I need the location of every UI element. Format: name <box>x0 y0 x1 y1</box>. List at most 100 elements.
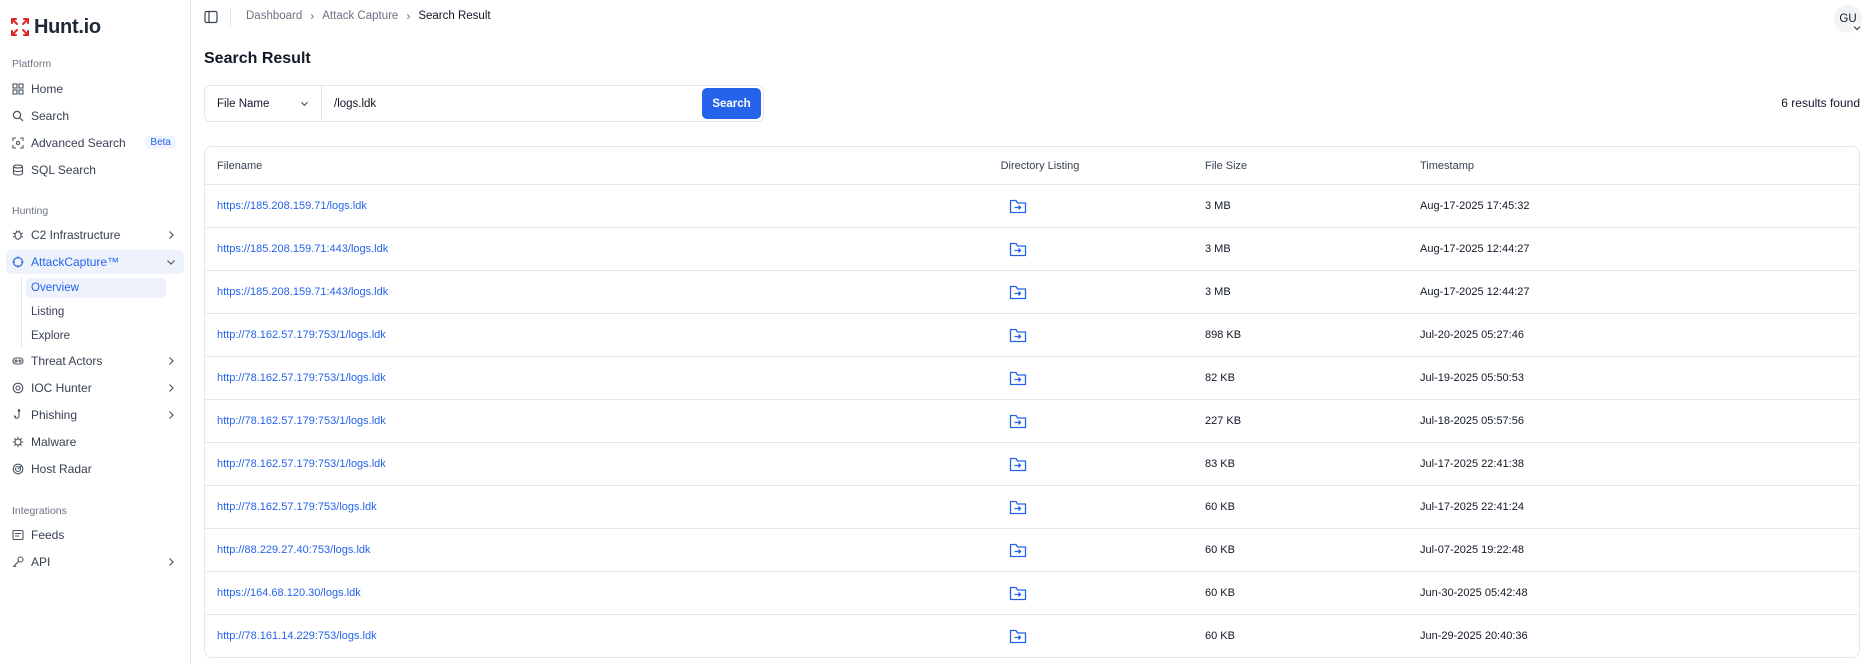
sidebar-item-sql-search[interactable]: SQL Search <box>6 158 184 182</box>
directory-listing-icon[interactable] <box>1009 585 1027 602</box>
sidebar-item-phishing[interactable]: Phishing <box>6 403 184 427</box>
table-body: https://185.208.159.71/logs.ldk 3 MB Aug-1… <box>205 185 1859 657</box>
sidebar-item-label: API <box>31 555 51 569</box>
file-size: 60 KB <box>1205 630 1235 642</box>
filename-link[interactable]: http://88.229.27.40:753/logs.ldk <box>217 544 371 556</box>
filename-link[interactable]: http://78.162.57.179:753/logs.ldk <box>217 501 377 513</box>
directory-listing-icon[interactable] <box>1009 499 1027 516</box>
directory-listing-icon[interactable] <box>1009 456 1027 473</box>
timestamp: Jul-19-2025 05:50:53 <box>1420 372 1524 384</box>
directory-listing-icon[interactable] <box>1009 370 1027 387</box>
chevron-down-icon[interactable] <box>1852 23 1862 33</box>
chevron-right-icon <box>169 384 174 392</box>
directory-listing-icon[interactable] <box>1009 327 1027 344</box>
results-table: Filename Directory Listing File Size Tim… <box>204 146 1860 658</box>
sidebar-item-label: Malware <box>31 435 77 449</box>
breadcrumb: Dashboard › Attack Capture › Search Resu… <box>246 9 491 23</box>
key-icon <box>12 556 24 568</box>
breadcrumb-attack-capture[interactable]: Attack Capture <box>322 10 398 22</box>
chevron-right-icon <box>169 357 174 365</box>
virus-icon <box>12 436 24 448</box>
beta-badge: Beta <box>145 136 176 149</box>
sidebar-subitem-listing[interactable]: Listing <box>26 302 166 322</box>
search-input[interactable] <box>322 86 702 121</box>
column-header-file-size: File Size <box>1205 159 1248 172</box>
feed-icon <box>12 529 24 541</box>
section-label-hunting: Hunting <box>12 205 49 217</box>
search-bar: File Name Search <box>204 85 764 122</box>
table-row: https://185.208.159.71/logs.ldk 3 MB Aug-1… <box>205 185 1859 228</box>
timestamp: Aug-17-2025 17:45:32 <box>1420 200 1530 212</box>
sidebar-item-label: C2 Infrastructure <box>31 228 121 242</box>
table-row: http://78.162.57.179:753/1/logs.ldk 898 K… <box>205 314 1859 357</box>
hook-icon <box>12 409 24 421</box>
app-root: Hunt.io Platform Home Search Advanced Se… <box>0 0 1868 664</box>
sidebar-item-label: Phishing <box>31 408 78 422</box>
table-row: http://78.161.14.229:753/logs.ldk 60 KB Ju… <box>205 615 1859 657</box>
filename-link[interactable]: http://78.161.14.229:753/logs.ldk <box>217 630 377 642</box>
search-button[interactable]: Search <box>702 88 761 119</box>
bug-icon <box>12 229 24 241</box>
brand-logo[interactable]: Hunt.io <box>10 14 101 40</box>
filename-link[interactable]: http://78.162.57.179:753/1/logs.ldk <box>217 372 386 384</box>
grid-icon <box>12 83 24 95</box>
chevron-right-icon: › <box>406 9 411 23</box>
directory-listing-icon[interactable] <box>1009 241 1027 258</box>
sidebar-item-label: Host Radar <box>31 462 92 476</box>
chevron-right-icon <box>169 411 174 419</box>
sidebar-item-home[interactable]: Home <box>6 77 184 101</box>
search-field-select-value: File Name <box>217 97 270 110</box>
table-row: http://78.162.57.179:753/logs.ldk 60 KB Ju… <box>205 486 1859 529</box>
directory-listing-icon[interactable] <box>1009 413 1027 430</box>
timestamp: Jul-17-2025 22:41:38 <box>1420 458 1524 470</box>
search-field-select[interactable]: File Name <box>205 86 322 121</box>
sidebar-item-api[interactable]: API <box>6 550 184 574</box>
sidebar-item-advanced-search[interactable]: Advanced Search Beta <box>6 131 184 155</box>
sidebar-subitem-overview[interactable]: Overview <box>26 278 166 298</box>
breadcrumb-dashboard[interactable]: Dashboard <box>246 10 302 22</box>
brand-name: Hunt.io <box>34 15 101 38</box>
timestamp: Jul-17-2025 22:41:24 <box>1420 501 1524 513</box>
sidebar-subitem-explore[interactable]: Explore <box>26 326 166 346</box>
directory-listing-icon[interactable] <box>1009 542 1027 559</box>
target-icon <box>12 382 24 394</box>
file-size: 3 MB <box>1205 286 1231 298</box>
section-label-platform: Platform <box>12 58 52 70</box>
submenu-guide-line <box>21 277 22 347</box>
timestamp: Jul-20-2025 05:27:46 <box>1420 329 1524 341</box>
file-size: 227 KB <box>1205 415 1242 427</box>
sidebar-item-label: Threat Actors <box>31 354 103 368</box>
sidebar-item-c2-infrastructure[interactable]: C2 Infrastructure <box>6 223 184 247</box>
table-row: https://164.68.120.30/logs.ldk 60 KB Jun-3… <box>205 572 1859 615</box>
filename-link[interactable]: https://185.208.159.71:443/logs.ldk <box>217 243 388 255</box>
sidebar-item-feeds[interactable]: Feeds <box>6 523 184 547</box>
hunt-logo-icon <box>11 18 29 36</box>
timestamp: Aug-17-2025 12:44:27 <box>1420 243 1530 255</box>
sidebar-item-label: Feeds <box>31 528 65 542</box>
sidebar-toggle-icon[interactable] <box>204 10 218 24</box>
table-row: http://78.162.57.179:753/1/logs.ldk 83 KB… <box>205 443 1859 486</box>
sidebar-item-ioc-hunter[interactable]: IOC Hunter <box>6 376 184 400</box>
sidebar-item-label: IOC Hunter <box>31 381 92 395</box>
sidebar-item-host-radar[interactable]: Host Radar <box>6 457 184 481</box>
filename-link[interactable]: https://164.68.120.30/logs.ldk <box>217 587 361 599</box>
chevron-down-icon <box>300 101 309 107</box>
filename-link[interactable]: http://78.162.57.179:753/1/logs.ldk <box>217 329 386 341</box>
sidebar-item-search[interactable]: Search <box>6 104 184 128</box>
filename-link[interactable]: http://78.162.57.179:753/1/logs.ldk <box>217 458 386 470</box>
sidebar-item-malware[interactable]: Malware <box>6 430 184 454</box>
sidebar-item-threat-actors[interactable]: Threat Actors <box>6 349 184 373</box>
directory-listing-icon[interactable] <box>1009 628 1027 645</box>
mask-icon <box>12 355 24 367</box>
filename-link[interactable]: https://185.208.159.71/logs.ldk <box>217 200 367 212</box>
radar-icon <box>12 463 24 475</box>
filename-link[interactable]: https://185.208.159.71:443/logs.ldk <box>217 286 388 298</box>
directory-listing-icon[interactable] <box>1009 198 1027 215</box>
sidebar-item-attackcapture[interactable]: AttackCapture™ <box>6 250 184 274</box>
breadcrumb-current: Search Result <box>418 10 491 22</box>
sidebar-item-label: Home <box>31 82 64 96</box>
directory-listing-icon[interactable] <box>1009 284 1027 301</box>
filename-link[interactable]: http://78.162.57.179:753/1/logs.ldk <box>217 415 386 427</box>
table-row: http://88.229.27.40:753/logs.ldk 60 KB Jul… <box>205 529 1859 572</box>
file-size: 83 KB <box>1205 458 1235 470</box>
